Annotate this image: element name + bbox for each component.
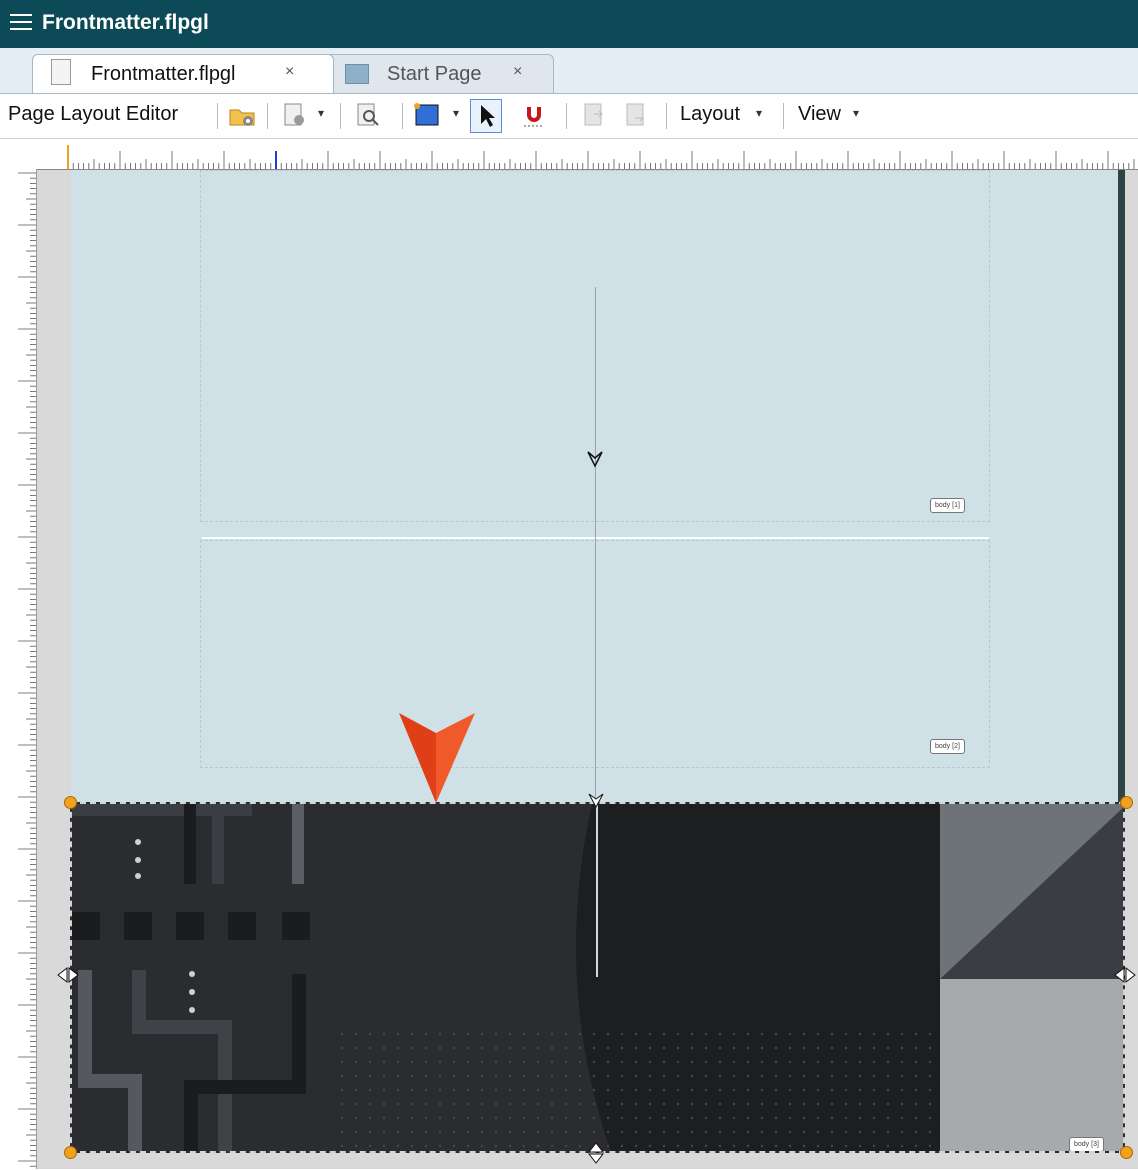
toolbar: Page Layout Editor ▾ ▾ Layout ▾ View ▾ (0, 94, 1138, 139)
toolbar-separator (402, 103, 403, 129)
right-side-handle-icon[interactable] (1113, 965, 1137, 990)
close-icon[interactable]: × (285, 63, 294, 81)
chevron-down-icon[interactable]: ▾ (318, 106, 324, 120)
tab-label: Frontmatter.flpgl (91, 63, 236, 85)
window-title: Frontmatter.flpgl (42, 11, 209, 34)
editor-label: Page Layout Editor (8, 103, 179, 125)
toolbar-separator (267, 103, 268, 129)
bottom-side-handle-icon[interactable] (586, 1141, 606, 1170)
horizontal-ruler[interactable] (0, 139, 1138, 170)
close-icon[interactable]: × (513, 63, 522, 81)
vertical-ruler[interactable] (0, 169, 37, 1169)
select-pointer-icon[interactable] (470, 99, 502, 133)
resize-handle[interactable] (64, 1146, 77, 1159)
new-frame-icon[interactable] (412, 101, 440, 129)
resize-handle[interactable] (64, 796, 77, 809)
flow-connector-line (596, 805, 598, 977)
preview-icon[interactable] (354, 101, 382, 129)
folder-gear-icon[interactable] (228, 101, 256, 129)
tab-label: Start Page (387, 63, 482, 85)
document-icon (51, 59, 71, 85)
tab-start-page[interactable]: Start Page × (326, 54, 554, 93)
start-page-icon (345, 64, 369, 84)
flow-arrow-icon (585, 449, 605, 474)
chevron-down-icon[interactable]: ▾ (453, 106, 459, 120)
hamburger-menu-icon[interactable] (10, 12, 34, 32)
resize-handle[interactable] (1120, 796, 1133, 809)
toolbar-separator (783, 103, 784, 129)
move-backward-icon[interactable] (622, 101, 650, 129)
tab-strip: Start Page × Frontmatter.flpgl × (0, 48, 1138, 94)
toolbar-separator (217, 103, 218, 129)
chevron-down-icon[interactable]: ▾ (756, 106, 762, 120)
left-side-handle-icon[interactable] (56, 965, 80, 990)
layout-menu[interactable]: Layout (680, 103, 740, 126)
pointer-arrow-icon (399, 713, 477, 810)
top-side-handle-icon[interactable] (586, 790, 606, 815)
toolbar-separator (340, 103, 341, 129)
frame-label: body [1] (930, 498, 965, 513)
toolbar-separator (666, 103, 667, 129)
chevron-down-icon[interactable]: ▾ (853, 106, 859, 120)
tab-frontmatter[interactable]: Frontmatter.flpgl × (32, 54, 334, 93)
page-settings-icon[interactable] (280, 101, 308, 129)
resize-handle[interactable] (1120, 1146, 1133, 1159)
title-bar: Frontmatter.flpgl (0, 0, 1138, 48)
toolbar-separator (566, 103, 567, 129)
magnet-snap-icon[interactable] (520, 101, 548, 129)
page-edge (1118, 170, 1125, 802)
background-graphic (72, 804, 1123, 1151)
frame-label: body [2] (930, 739, 965, 754)
frame-label: body [3] (1069, 1137, 1104, 1151)
view-menu[interactable]: View (798, 103, 841, 126)
flow-connector-line (595, 287, 596, 802)
move-forward-icon[interactable] (580, 101, 608, 129)
